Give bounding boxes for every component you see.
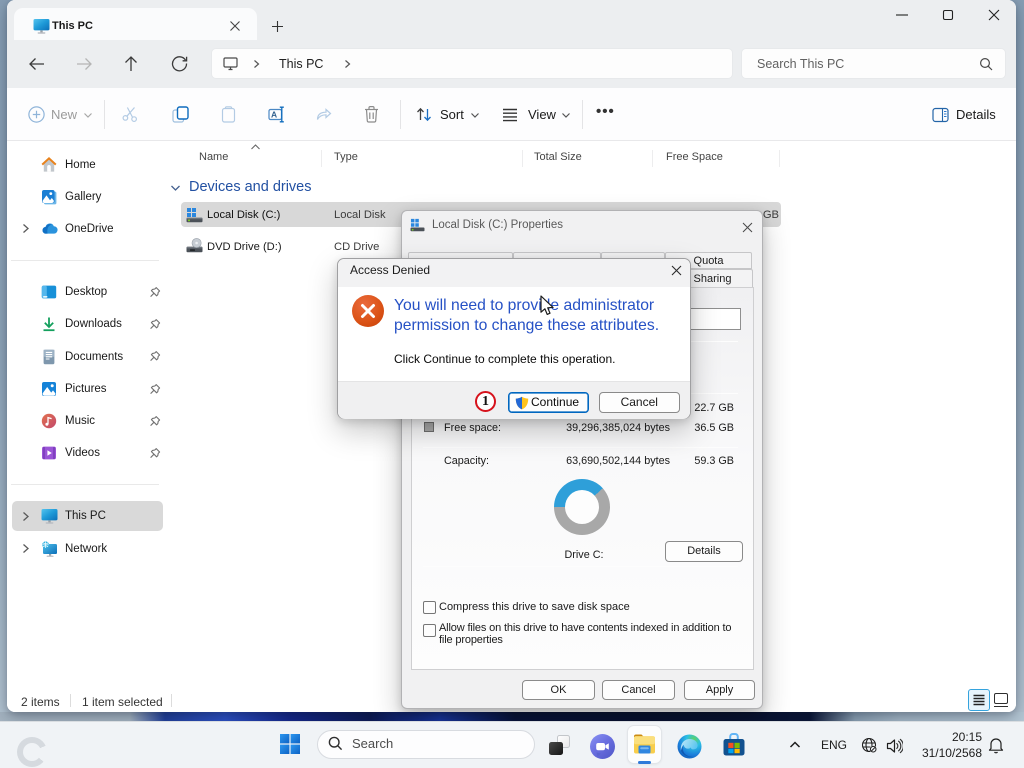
svg-text:A: A xyxy=(271,109,277,119)
